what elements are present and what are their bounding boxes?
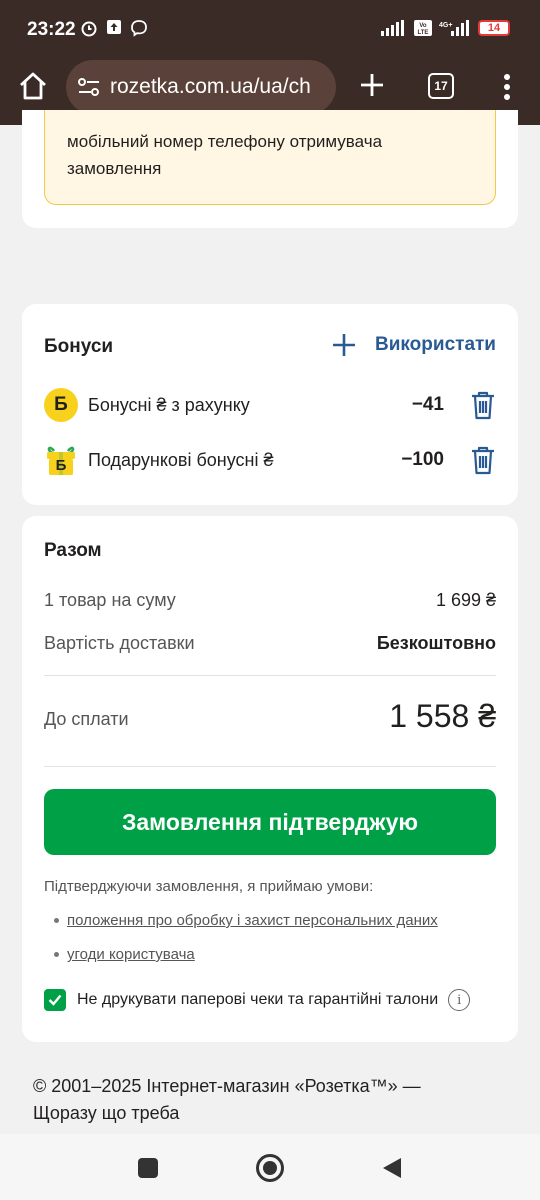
- status-indicators: Vo LTE 4G+ 14: [381, 20, 510, 36]
- svg-text:4G+: 4G+: [439, 22, 452, 29]
- use-bonuses-label: Використати: [375, 334, 496, 355]
- recents-button[interactable]: [138, 1158, 158, 1178]
- delivery-value: Безкоштовно: [376, 633, 496, 653]
- status-bar: 23:22 Vo LTE 4G+ 14: [0, 0, 540, 58]
- volte-icon: Vo LTE: [414, 20, 432, 36]
- system-nav-bar: [0, 1134, 540, 1200]
- bonus-label: Бонусні ₴ з рахунку: [88, 394, 250, 415]
- recipient-card: мобільний номер телефону отримувача замо…: [22, 110, 518, 228]
- info-icon[interactable]: i: [448, 989, 471, 1011]
- divider: [44, 675, 496, 676]
- paper-receipt-label: Не друкувати паперові чеки та гарантійні…: [77, 991, 439, 1008]
- svg-text:Vo: Vo: [419, 23, 427, 29]
- amount-due-value: 1 558 ₴: [389, 698, 496, 734]
- items-sum-row: 1 товар на суму 1 699 ₴: [44, 590, 496, 611]
- signal-icon: [381, 20, 404, 36]
- bonus-coin-icon: Б: [44, 388, 78, 422]
- bonus-row-account: Б Бонусні ₴ з рахунку −41: [44, 387, 496, 423]
- bonuses-title: Бонуси: [44, 336, 114, 357]
- address-bar[interactable]: rozetka.com.ua/ua/ch: [66, 60, 336, 114]
- items-sum-label: 1 товар на суму: [44, 590, 176, 610]
- home-icon[interactable]: [18, 71, 48, 101]
- back-button[interactable]: [381, 1156, 403, 1180]
- home-button[interactable]: [256, 1154, 284, 1182]
- confirm-order-button[interactable]: Замовлення підтверджую: [44, 789, 496, 855]
- alarm-icon: [81, 21, 97, 37]
- terms-list-item: угоди користувача: [54, 946, 195, 963]
- delivery-label: Вартість доставки: [44, 633, 195, 653]
- viber-icon: [131, 20, 147, 37]
- recipient-phone-notice: мобільний номер телефону отримувача замо…: [44, 110, 496, 205]
- battery-level: 14: [487, 22, 501, 34]
- user-agreement-link[interactable]: угоди користувача: [67, 946, 195, 963]
- signal-4g-icon: 4G+: [439, 20, 469, 36]
- bonus-amount: −100: [401, 449, 444, 470]
- more-menu-icon[interactable]: [497, 72, 517, 102]
- bonus-row-gift: Б Подарункові бонусні ₴ −100: [44, 442, 496, 478]
- checkmark-icon: [48, 994, 62, 1006]
- divider: [44, 766, 496, 767]
- items-sum-value: 1 699 ₴: [435, 590, 496, 610]
- plus-icon: [333, 334, 356, 356]
- bullet: [54, 952, 59, 957]
- trash-icon[interactable]: [470, 445, 496, 475]
- svg-text:LTE: LTE: [418, 30, 429, 36]
- paper-receipt-checkbox[interactable]: [44, 989, 66, 1011]
- gift-bonus-icon: Б: [44, 443, 78, 477]
- total-card: Разом 1 товар на суму 1 699 ₴ Вартість д…: [22, 516, 518, 1042]
- terms-list-item: положення про обробку і захист персональ…: [54, 912, 438, 929]
- new-tab-icon[interactable]: [358, 71, 386, 99]
- amount-due-label: До сплати: [44, 709, 129, 729]
- status-time: 23:22: [27, 19, 76, 40]
- total-title: Разом: [44, 540, 102, 561]
- url-text: rozetka.com.ua/ua/ch: [110, 75, 311, 98]
- delivery-row: Вартість доставки Безкоштовно: [44, 633, 496, 654]
- battery-icon: 14: [478, 20, 510, 36]
- bullet: [54, 918, 59, 923]
- upload-notification-icon: [107, 20, 121, 34]
- use-bonuses-button[interactable]: Використати: [331, 332, 496, 358]
- bonus-amount: −41: [411, 394, 444, 415]
- tabs-button[interactable]: 17: [428, 73, 454, 99]
- bonus-label: Подарункові бонусні ₴: [88, 449, 274, 470]
- terms-intro: Підтверджуючи замовлення, я приймаю умов…: [44, 878, 374, 895]
- trash-icon[interactable]: [470, 390, 496, 420]
- bonuses-card: Бонуси Використати Б Бонусні ₴ з рахунку…: [22, 304, 518, 505]
- footer-copyright: © 2001–2025 Інтернет-магазин «Розетка™» …: [33, 1076, 421, 1123]
- gift-bonus-letter: Б: [55, 457, 67, 474]
- paper-receipt-option: Не друкувати паперові чеки та гарантійні…: [44, 989, 471, 1011]
- site-settings-icon[interactable]: [78, 77, 100, 97]
- privacy-policy-link[interactable]: положення про обробку і захист персональ…: [67, 912, 438, 929]
